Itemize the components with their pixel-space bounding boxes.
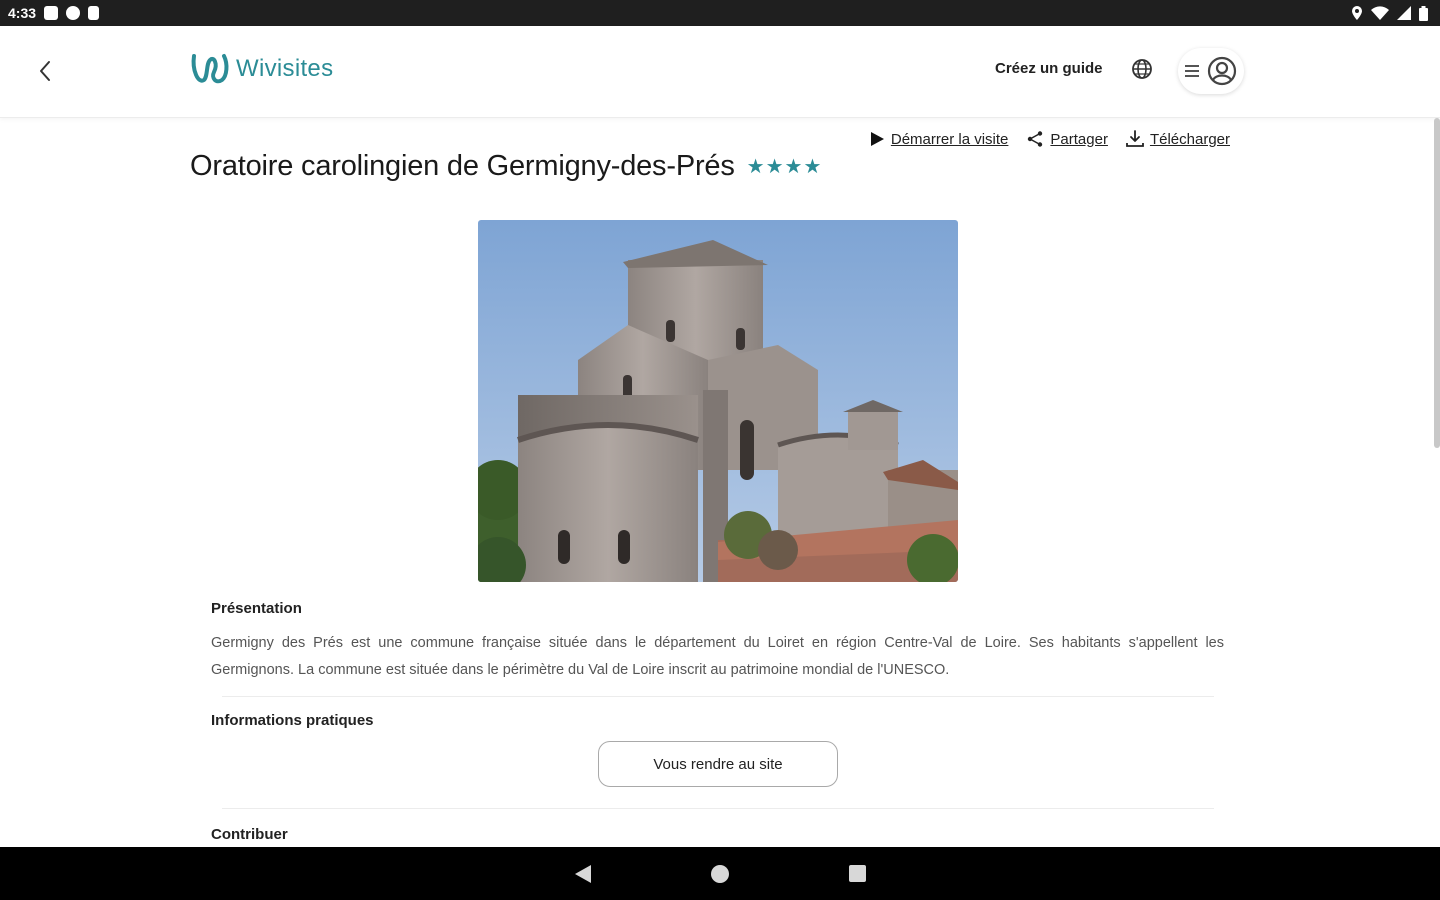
share-button[interactable]: Partager	[1026, 130, 1108, 148]
chevron-left-icon	[40, 61, 50, 81]
status-bar-right	[1351, 5, 1428, 21]
scrollbar[interactable]	[1434, 118, 1440, 448]
action-bar: Démarrer la visite Partager Télécharger	[869, 130, 1230, 148]
logo-text: Wivisites	[236, 55, 334, 82]
presentation-heading: Présentation	[211, 600, 302, 617]
status-time: 4:33	[8, 5, 37, 21]
status-bar-left: 4:33	[8, 5, 100, 21]
signal-icon	[1397, 6, 1411, 20]
hamburger-icon	[1185, 65, 1199, 77]
divider	[222, 808, 1214, 809]
practical-info-heading: Informations pratiques	[211, 712, 374, 729]
location-icon	[1352, 6, 1362, 20]
share-icon	[1028, 131, 1043, 147]
logo[interactable]: Wivisites	[190, 50, 333, 88]
language-button[interactable]	[1131, 58, 1155, 82]
sd-card-icon	[88, 6, 100, 20]
main-content[interactable]: Démarrer la visite Partager Télécharger …	[0, 118, 1440, 847]
globe-icon	[1132, 59, 1152, 79]
status-bar: 4:33	[0, 0, 1440, 26]
go-to-site-button[interactable]: Vous rendre au site	[598, 741, 838, 787]
play-icon	[870, 132, 884, 146]
start-visit-label: Démarrer la visite	[890, 130, 1009, 148]
title-row: Oratoire carolingien de Germigny-des-Pré…	[190, 150, 822, 183]
presentation-text: Germigny des Prés est une commune frança…	[211, 635, 1224, 678]
user-menu-button[interactable]	[1178, 48, 1244, 94]
notification-icon	[44, 6, 59, 20]
create-guide-link[interactable]: Créez un guide	[995, 60, 1103, 77]
page-title: Oratoire carolingien de Germigny-des-Pré…	[190, 150, 735, 182]
app-header: Wivisites Créez un guide	[0, 26, 1440, 118]
download-button[interactable]: Télécharger	[1126, 130, 1230, 148]
system-recents-icon[interactable]	[848, 865, 866, 882]
rating-stars: ★★★★	[746, 156, 823, 178]
download-icon	[1126, 130, 1144, 147]
share-label: Partager	[1050, 130, 1108, 148]
avatar-icon	[1207, 56, 1237, 86]
battery-icon	[1419, 5, 1428, 21]
download-label: Télécharger	[1149, 130, 1230, 148]
system-nav-bar	[0, 847, 1440, 900]
back-button[interactable]	[30, 56, 60, 86]
chapel-photo-illustration	[478, 220, 958, 582]
wivisites-logo-icon	[191, 54, 229, 84]
divider	[222, 696, 1214, 697]
app-root: 4:33 Wivisites Créez un guide Démarrer l…	[0, 0, 1440, 900]
start-visit-button[interactable]: Démarrer la visite	[869, 130, 1009, 148]
contribute-heading: Contribuer	[211, 826, 288, 843]
system-home-icon[interactable]	[710, 864, 729, 883]
system-back-icon[interactable]	[574, 864, 591, 883]
app-icon	[66, 6, 81, 20]
wifi-icon	[1371, 6, 1389, 20]
site-photo	[478, 220, 958, 582]
